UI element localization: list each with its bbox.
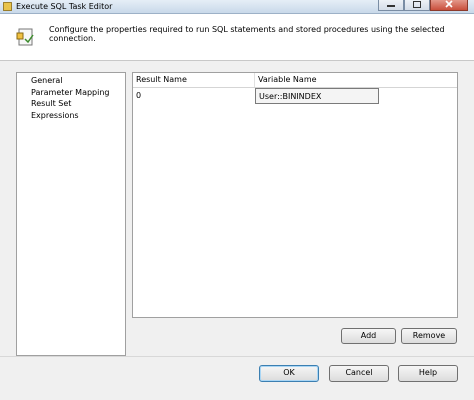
banner-description: Configure the properties required to run… xyxy=(49,25,445,43)
column-header-variable-name[interactable]: Variable Name xyxy=(255,73,457,87)
help-button[interactable]: Help xyxy=(398,365,458,382)
cancel-button[interactable]: Cancel xyxy=(329,365,389,382)
description-banner: Configure the properties required to run… xyxy=(0,14,474,61)
maximize-icon xyxy=(413,0,421,8)
minimize-button[interactable] xyxy=(378,0,404,11)
window-controls xyxy=(378,0,468,11)
window-title: Execute SQL Task Editor xyxy=(16,2,113,11)
sql-task-icon xyxy=(3,2,12,11)
ok-button[interactable]: OK xyxy=(259,365,319,382)
title-bar: Execute SQL Task Editor xyxy=(0,0,474,14)
table-row[interactable]: 0 User::BININDEX xyxy=(133,88,379,105)
remove-button[interactable]: Remove xyxy=(401,328,457,344)
variable-name-cell[interactable]: User::BININDEX xyxy=(255,88,379,104)
add-button[interactable]: Add xyxy=(341,328,396,344)
nav-item-parameter-mapping[interactable]: Parameter Mapping xyxy=(31,87,125,99)
nav-item-result-set[interactable]: Result Set xyxy=(31,98,125,110)
column-header-result-name[interactable]: Result Name xyxy=(133,73,255,87)
task-editor-icon xyxy=(16,28,34,46)
grid-header: Result Name Variable Name xyxy=(133,73,457,88)
nav-item-expressions[interactable]: Expressions xyxy=(31,110,125,122)
result-set-grid: Result Name Variable Name 0 User::BININD… xyxy=(132,72,458,318)
close-button[interactable] xyxy=(430,0,468,11)
button-separator xyxy=(0,356,474,357)
page-list: General Parameter Mapping Result Set Exp… xyxy=(16,72,126,356)
maximize-button[interactable] xyxy=(404,0,430,11)
minimize-icon xyxy=(387,5,395,7)
result-name-cell[interactable]: 0 xyxy=(133,88,255,105)
close-icon xyxy=(445,0,453,8)
nav-item-general[interactable]: General xyxy=(31,75,125,87)
